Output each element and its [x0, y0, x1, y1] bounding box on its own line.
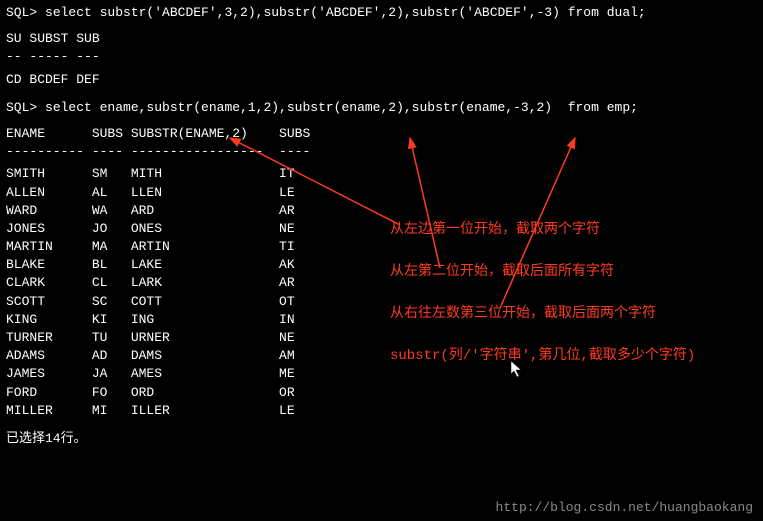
watermark-text: http://blog.csdn.net/huangbaokang — [496, 500, 753, 515]
table-row: JAMES JA AMES ME — [6, 365, 757, 383]
table-row: SCOTT SC COTT OT — [6, 293, 757, 311]
sql1-header: SU SUBST SUB — [6, 30, 757, 48]
table-row: CLARK CL LARK AR — [6, 274, 757, 292]
sql1-separator: -- ----- --- — [6, 48, 757, 66]
table-row: MILLER MI ILLER LE — [6, 402, 757, 420]
table-row: BLAKE BL LAKE AK — [6, 256, 757, 274]
table-row: KING KI ING IN — [6, 311, 757, 329]
table-row: ADAMS AD DAMS AM — [6, 347, 757, 365]
prompt-label-2: SQL> — [6, 100, 37, 115]
table-row: JONES JO ONES NE — [6, 220, 757, 238]
table-row: ALLEN AL LLEN LE — [6, 184, 757, 202]
sql-prompt-2: SQL> select ename,substr(ename,1,2),subs… — [6, 99, 757, 117]
sql-query-1: select substr('ABCDEF',3,2),substr('ABCD… — [37, 5, 646, 20]
sql-prompt-1: SQL> select substr('ABCDEF',3,2),substr(… — [6, 4, 757, 22]
sql1-result: CD BCDEF DEF — [6, 71, 757, 89]
table-row: TURNER TU URNER NE — [6, 329, 757, 347]
table-row: WARD WA ARD AR — [6, 202, 757, 220]
sql2-separator: ---------- ---- ----------------- ---- — [6, 143, 757, 161]
table-row: SMITH SM MITH IT — [6, 165, 757, 183]
table-row: MARTIN MA ARTIN TI — [6, 238, 757, 256]
sql2-header: ENAME SUBS SUBSTR(ENAME,2) SUBS — [6, 125, 757, 143]
prompt-label: SQL> — [6, 5, 37, 20]
summary-text: 已选择14行。 — [6, 430, 757, 448]
table-row: FORD FO ORD OR — [6, 384, 757, 402]
sql-query-2: select ename,substr(ename,1,2),substr(en… — [37, 100, 638, 115]
